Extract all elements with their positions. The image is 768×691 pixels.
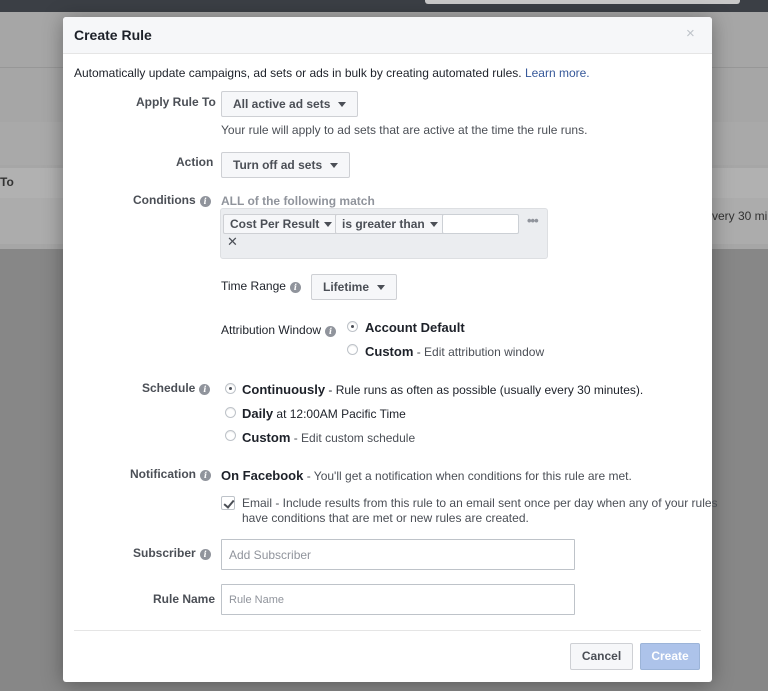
time-range-dropdown[interactable]: Lifetime (311, 274, 398, 300)
attribution-default-title: Account Default (365, 320, 465, 335)
schedule-continuously-option[interactable]: Continuously - Rule runs as often as pos… (242, 382, 643, 397)
attribution-default-radio[interactable] (347, 321, 358, 332)
info-icon[interactable]: i (289, 282, 301, 293)
learn-more-link[interactable]: Learn more. (525, 66, 590, 80)
subscriber-input[interactable] (221, 539, 575, 570)
schedule-custom-title: Custom (242, 430, 291, 445)
info-icon[interactable]: i (325, 326, 337, 337)
action-label: Action (176, 155, 214, 169)
attribution-custom-radio[interactable] (347, 344, 358, 355)
info-icon[interactable]: i (199, 384, 211, 395)
schedule-label-text: Schedule (142, 381, 196, 395)
close-icon[interactable]: × (686, 26, 695, 41)
email-option: Email - Include results from this rule t… (242, 496, 718, 526)
apply-rule-label: Apply Rule To (136, 95, 216, 109)
notification-facebook-desc: - You'll get a notification when conditi… (303, 469, 632, 483)
chevron-down-icon (377, 285, 386, 290)
attribution-custom-option[interactable]: Custom - Edit attribution window (365, 344, 544, 359)
condition-value-input[interactable] (442, 214, 519, 234)
schedule-continuously-title: Continuously (242, 382, 326, 397)
remove-condition-icon[interactable]: ✕ (227, 234, 238, 250)
attribution-window-label-text: Attribution Window (221, 323, 322, 337)
dialog-header: Create Rule × (63, 17, 712, 54)
attribution-custom-desc: - Edit attribution window (413, 345, 545, 359)
attribution-window-label: Attribution Window i (221, 323, 337, 337)
notification-facebook-title: On Facebook (221, 468, 304, 483)
info-icon[interactable]: i (199, 549, 211, 560)
chevron-down-icon (324, 222, 333, 227)
condition-metric-value: Cost Per Result (230, 217, 320, 231)
cancel-button[interactable]: Cancel (570, 643, 633, 670)
conditions-label-text: Conditions (133, 193, 196, 207)
conditions-label: Conditions i (133, 193, 211, 207)
more-options-icon[interactable]: ••• (527, 213, 539, 228)
condition-operator-dropdown[interactable]: is greater than (335, 214, 445, 234)
condition-row: Cost Per Result is greater than ••• ✕ (220, 208, 548, 259)
email-desc-line2: have conditions that are met or new rule… (242, 511, 529, 525)
notification-facebook: On Facebook - You'll get a notification … (221, 468, 632, 483)
intro-description: Automatically update campaigns, ad sets … (74, 66, 522, 80)
subscriber-label-text: Subscriber (133, 546, 196, 560)
condition-metric-dropdown[interactable]: Cost Per Result (223, 214, 340, 234)
action-value: Turn off ad sets (233, 158, 323, 172)
info-icon[interactable]: i (199, 196, 211, 207)
chevron-down-icon (429, 222, 438, 227)
footer-divider (74, 630, 701, 631)
schedule-continuously-radio[interactable] (225, 383, 236, 394)
time-range-value: Lifetime (323, 280, 370, 294)
dialog-title: Create Rule (74, 27, 152, 43)
apply-rule-help: Your rule will apply to ad sets that are… (221, 123, 588, 137)
attribution-default-option[interactable]: Account Default (365, 320, 465, 335)
background-search-bar (425, 0, 740, 4)
create-rule-dialog: Create Rule × Automatically update campa… (63, 17, 718, 682)
email-checkbox[interactable] (221, 496, 235, 510)
intro-text: Automatically update campaigns, ad sets … (74, 66, 590, 80)
conditions-match-text: ALL of the following match (221, 194, 375, 208)
condition-operator-value: is greater than (342, 217, 425, 231)
info-icon[interactable]: i (200, 470, 211, 481)
chevron-down-icon (330, 163, 339, 168)
rule-name-label: Rule Name (153, 592, 216, 606)
schedule-daily-radio[interactable] (225, 407, 236, 418)
apply-rule-value: All active ad sets (233, 97, 331, 111)
schedule-daily-desc: at 12:00AM Pacific Time (273, 407, 406, 421)
background-top-bar (0, 0, 768, 12)
background-cell-text: very 30 mi (712, 209, 768, 223)
attribution-custom-title: Custom (365, 344, 414, 359)
schedule-continuously-desc: - Rule runs as often as possible (usuall… (325, 383, 644, 397)
schedule-custom-desc: - Edit custom schedule (290, 431, 416, 445)
notification-label-text: Notification (130, 467, 196, 481)
create-button[interactable]: Create (640, 643, 700, 670)
schedule-custom-option[interactable]: Custom - Edit custom schedule (242, 430, 415, 445)
time-range-label-text: Time Range (221, 279, 286, 293)
chevron-down-icon (338, 102, 347, 107)
email-desc-line1: Email - Include results from this rule t… (242, 496, 718, 510)
subscriber-label: Subscriber i (133, 546, 211, 560)
time-range-label: Time Range i (221, 279, 301, 293)
schedule-custom-radio[interactable] (225, 430, 236, 441)
rule-name-input[interactable] (221, 584, 575, 615)
apply-rule-dropdown[interactable]: All active ad sets (221, 91, 359, 117)
notification-label: Notification i (130, 467, 211, 481)
schedule-daily-title: Daily (242, 406, 274, 421)
action-dropdown[interactable]: Turn off ad sets (221, 152, 351, 178)
background-column-header: To (0, 175, 14, 189)
schedule-label: Schedule i (142, 381, 211, 395)
schedule-daily-option[interactable]: Daily at 12:00AM Pacific Time (242, 406, 406, 421)
